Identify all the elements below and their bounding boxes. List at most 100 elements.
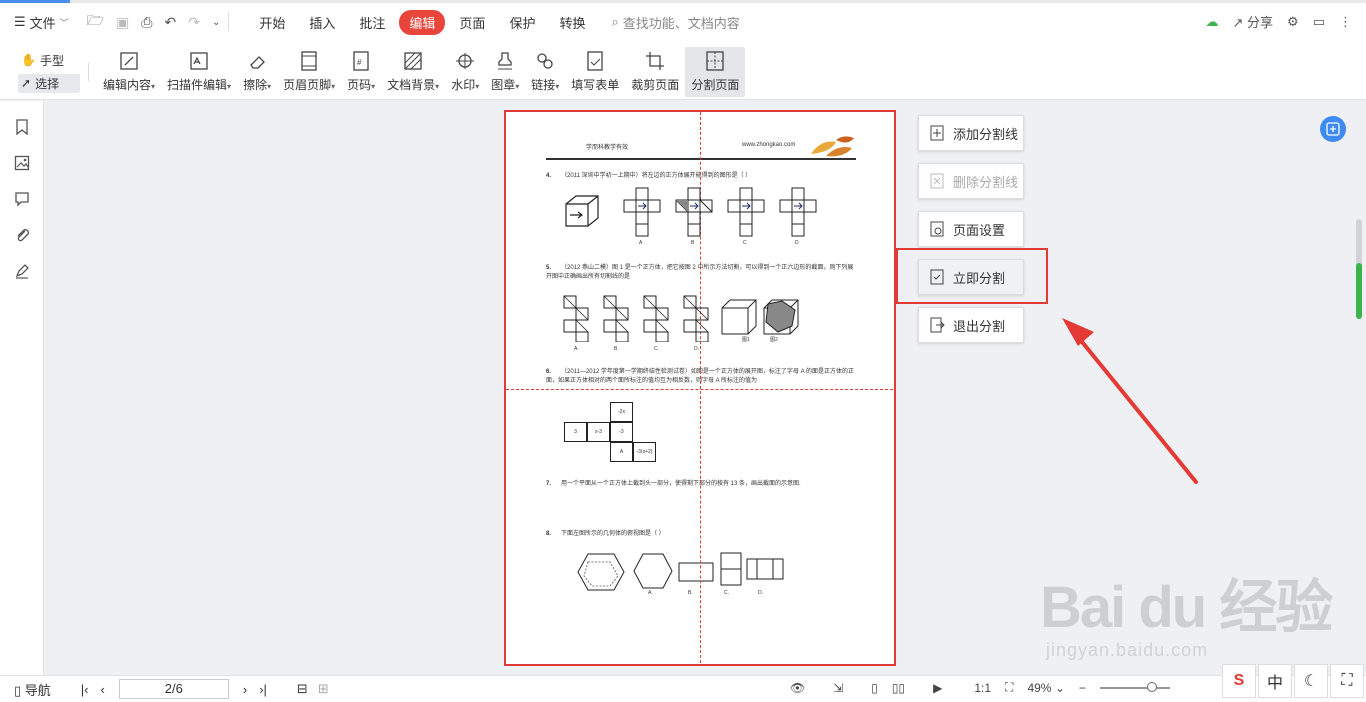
fit-width-icon[interactable]: ⇲ — [833, 681, 843, 695]
tool-watermark[interactable]: 水印▾ — [445, 47, 485, 97]
save-icon[interactable]: ▣ — [116, 14, 129, 31]
tool-crop[interactable]: 裁剪页面 — [625, 47, 685, 97]
share-label: 分享 — [1247, 15, 1274, 30]
fullscreen-icon[interactable]: ⛶ — [1330, 664, 1364, 698]
menu-bar: ☰ 文件 ﹀ 🗁 ▣ ⎙ ↶ ↷ ⌄ 开始 插入 批注 编辑 页面 保护 转换 ⌕ 查找功能… — [0, 0, 1366, 44]
zoom-slider[interactable] — [1099, 681, 1170, 692]
tool-eraser[interactable]: 擦除▾ — [237, 47, 277, 97]
q5-option-3 — [683, 295, 709, 342]
tool-link[interactable]: 链接▾ — [525, 47, 565, 97]
more-chevron-icon[interactable]: ⌄ — [212, 17, 220, 28]
print-icon[interactable]: ⎙ — [141, 14, 152, 31]
hand-tool-button[interactable]: ✋ 手型 — [18, 51, 80, 70]
tool-label: 文档背景▾ — [387, 78, 440, 92]
option-d-rect — [746, 558, 784, 580]
status-bar: ▯ 导航 |‹ ‹ 2/6 › ›| ⊟ ⊞ 👁 ⇲ ▯ ▯▯ ▶ 1:1 ⛶ … — [0, 675, 1366, 702]
back-icon[interactable]: ⊟ — [297, 681, 308, 697]
zoom-dropdown[interactable]: 49% ⌄ — [1027, 681, 1064, 695]
delete-split-icon — [930, 173, 944, 189]
search-icon: ⌕ — [611, 14, 619, 29]
first-page-icon[interactable]: |‹ — [81, 682, 89, 697]
q4-option-1 — [675, 187, 713, 237]
signature-icon[interactable] — [0, 253, 44, 289]
zoom-slider-knob[interactable] — [1147, 681, 1158, 692]
zoom-out-icon[interactable]: − — [1079, 681, 1086, 695]
q5-option-label: C. — [654, 346, 659, 352]
tab-5[interactable]: 保护 — [499, 10, 545, 35]
prev-page-icon[interactable]: ‹ — [101, 682, 105, 697]
share-button[interactable]: ↗ 分享 — [1233, 12, 1274, 31]
tool-label: 链接▾ — [531, 78, 560, 92]
single-page-icon[interactable]: ▯ — [871, 681, 878, 695]
tool-label: 图章▾ — [491, 78, 520, 92]
exit-split-button[interactable]: 退出分割 — [918, 307, 1024, 343]
q5-option-1 — [603, 295, 629, 342]
fit-page-icon[interactable]: ⛶ — [1005, 680, 1013, 695]
ime-language-toggle[interactable]: 中 — [1258, 664, 1292, 698]
q5-number: 5. — [546, 265, 552, 271]
forward-icon[interactable]: ⊞ — [318, 681, 329, 697]
undo-icon[interactable]: ↶ — [165, 14, 177, 31]
redo-icon[interactable]: ↷ — [188, 14, 200, 31]
more-icon[interactable]: ⋮ — [1339, 14, 1352, 30]
play-icon[interactable]: ▶ — [933, 681, 942, 695]
doc-background-icon — [404, 52, 422, 70]
navigation-toggle[interactable]: ▯ 导航 — [14, 680, 51, 699]
actual-size-button[interactable]: 1:1 — [974, 681, 991, 695]
tab-4[interactable]: 页面 — [449, 10, 495, 35]
page-setup-button[interactable]: 页面设置 — [918, 211, 1024, 247]
q4-option-3 — [779, 187, 817, 237]
add-split-line-button[interactable]: 添加分割线 — [918, 115, 1024, 151]
open-folder-icon[interactable]: 🗁 — [87, 10, 104, 34]
tool-edit-content[interactable]: 编辑内容▾ — [97, 47, 161, 97]
sogou-icon[interactable]: S — [1222, 664, 1256, 698]
scan-edit-icon — [190, 52, 208, 70]
file-menu-button[interactable]: ☰ 文件 ﹀ — [0, 0, 69, 44]
next-page-icon[interactable]: › — [243, 682, 247, 697]
tab-2[interactable]: 批注 — [349, 10, 395, 35]
tab-3[interactable]: 编辑 — [399, 9, 446, 35]
moon-icon[interactable]: ☾ — [1294, 664, 1328, 698]
link-icon — [537, 53, 553, 69]
loading-bar — [0, 0, 1366, 3]
gear-icon[interactable]: ⚙ — [1287, 14, 1299, 30]
cloud-sync-icon[interactable]: ☁ — [1206, 14, 1219, 30]
tool-page-number[interactable]: # 页码▾ — [341, 47, 381, 97]
nav-label: 导航 — [24, 682, 51, 698]
tab-1[interactable]: 插入 — [299, 10, 345, 35]
hand-label: 手型 — [39, 53, 64, 68]
last-page-icon[interactable]: ›| — [259, 682, 267, 697]
split-page-icon — [706, 51, 724, 71]
tool-form[interactable]: 填写表单 — [565, 47, 625, 97]
tool-label: 编辑内容▾ — [103, 78, 156, 92]
tool-split-page[interactable]: 分割页面 — [685, 46, 746, 97]
tool-stamp[interactable]: 图章▾ — [485, 47, 525, 97]
select-tool-button[interactable]: ➚ 选择 — [18, 73, 80, 93]
tab-6[interactable]: 转换 — [549, 10, 595, 35]
page-number-input[interactable]: 2/6 — [118, 679, 229, 699]
comment-icon[interactable]: ▭ — [1313, 14, 1325, 30]
tool-scan-edit[interactable]: 扫描件编辑▾ — [161, 47, 237, 97]
comment-icon[interactable] — [0, 181, 44, 217]
tool-label: 页眉页脚▾ — [283, 78, 336, 92]
two-page-icon[interactable]: ▯▯ — [892, 681, 905, 695]
attachment-icon[interactable] — [0, 217, 44, 253]
floating-tool-button[interactable] — [1320, 116, 1346, 142]
search-box[interactable]: ⌕ 查找功能、文档内容 — [611, 13, 739, 32]
tab-0[interactable]: 开始 — [249, 10, 295, 35]
image-icon[interactable] — [0, 145, 44, 181]
tool-label: 擦除▾ — [243, 78, 272, 92]
q8-option-label: D. — [758, 590, 763, 596]
exit-split-label: 退出分割 — [953, 318, 1006, 334]
vertical-scrollbar[interactable] — [1352, 101, 1366, 675]
tool-header-footer[interactable]: 页眉页脚▾ — [277, 47, 341, 97]
horizontal-split-line[interactable] — [506, 389, 894, 390]
eraser-icon — [250, 56, 265, 69]
bookmark-icon[interactable] — [0, 109, 44, 145]
eye-icon[interactable]: 👁 — [790, 681, 805, 695]
baidu-watermark-url: jingyan.baidu.com — [1046, 640, 1209, 660]
tool-doc-background[interactable]: 文档背景▾ — [381, 47, 445, 97]
cursor-icon: ➚ — [21, 76, 32, 90]
delete-split-line-button[interactable]: 删除分割线 — [918, 163, 1024, 199]
file-menu-label: 文件 — [29, 15, 56, 31]
